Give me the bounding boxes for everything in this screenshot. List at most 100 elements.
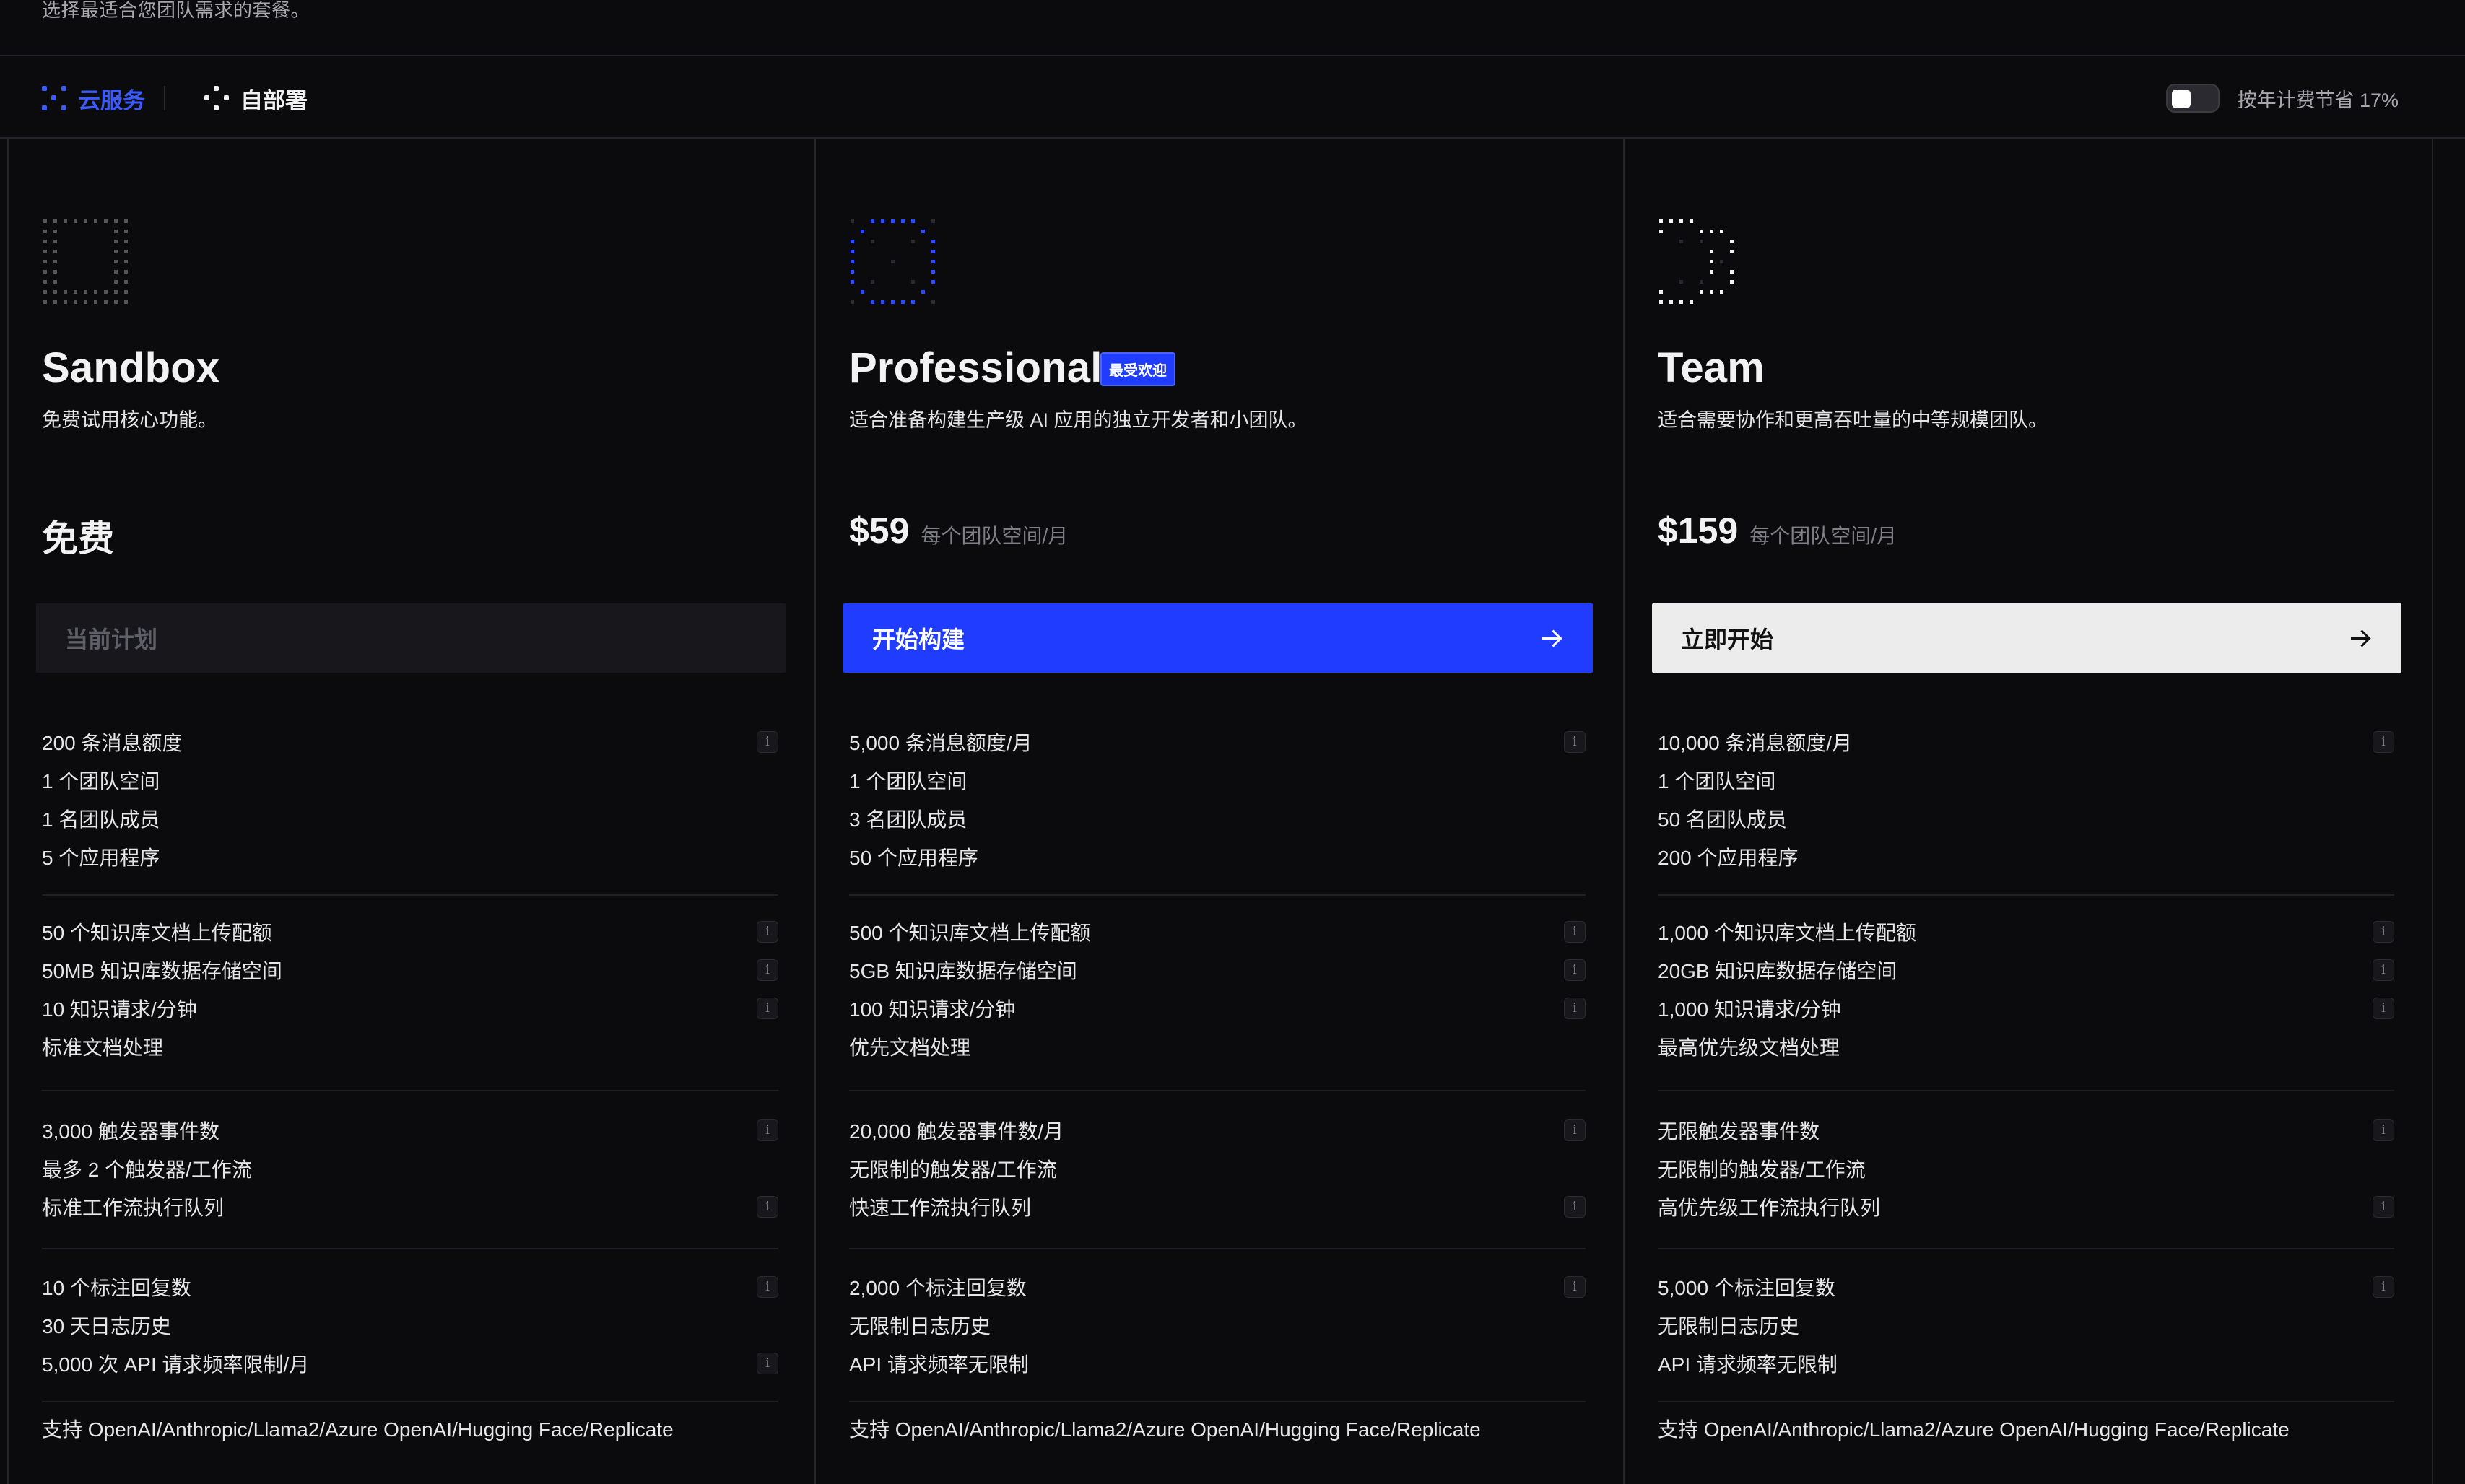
- top-divider: [0, 55, 2465, 56]
- info-icon[interactable]: i: [1564, 920, 1586, 943]
- feature-item: 5 个应用程序: [42, 846, 160, 869]
- feature-group: 50 个知识库文档上传配额 i 50MB 知识库数据存储空间 i 10 知识请求/分…: [42, 912, 778, 1065]
- feature-item: 5,000 个标注回复数 i: [1658, 1267, 2394, 1306]
- column-divider: [7, 137, 9, 1484]
- self-host-dots-icon: [204, 86, 229, 110]
- info-icon[interactable]: i: [757, 959, 778, 981]
- info-icon[interactable]: i: [757, 1119, 778, 1141]
- feature-item: 3,000 触发器事件数 i: [42, 1111, 778, 1149]
- info-icon[interactable]: i: [757, 920, 778, 943]
- feature-item: 5,000 次 API 请求频率限制/月 i: [42, 1344, 778, 1382]
- plan-price: $59 每个团队空间/月: [849, 510, 1068, 551]
- info-icon[interactable]: i: [757, 997, 778, 1019]
- feature-group: 500 个知识库文档上传配额 i 5GB 知识库数据存储空间 i 100 知识请求/…: [849, 912, 1586, 1065]
- feature-item: 5GB 知识库数据存储空间 i: [849, 951, 1586, 989]
- info-icon[interactable]: i: [2373, 920, 2394, 943]
- feature-item: 20,000 触发器事件数/月 i: [849, 1111, 1586, 1149]
- feature-item: 标准工作流执行队列 i: [42, 1187, 778, 1226]
- feature-item: 优先文档处理: [849, 1036, 971, 1059]
- billing-toggle-group: 按年计费节省 17%: [2166, 81, 2399, 115]
- toggle-knob: [2172, 90, 2191, 108]
- info-icon[interactable]: i: [2373, 997, 2394, 1019]
- feature-item: 无限制日志历史: [849, 1314, 991, 1337]
- feature-item: API 请求频率无限制: [849, 1353, 1029, 1376]
- annual-billing-toggle[interactable]: [2166, 84, 2220, 113]
- feature-item: 支持 OpenAI/Anthropic/Llama2/Azure OpenAI/…: [42, 1418, 674, 1441]
- current-plan-button[interactable]: 当前计划: [36, 603, 786, 673]
- info-icon[interactable]: i: [1564, 959, 1586, 981]
- tab-self-host[interactable]: 自部署: [204, 82, 308, 115]
- info-icon[interactable]: i: [757, 1275, 778, 1298]
- feature-item: 支持 OpenAI/Anthropic/Llama2/Azure OpenAI/…: [849, 1418, 1481, 1441]
- info-icon[interactable]: i: [757, 1195, 778, 1218]
- feature-item: 30 天日志历史: [42, 1314, 171, 1337]
- feature-group: 10,000 条消息额度/月 i 1 个团队空间 50 名团队成员 200 个应用…: [1658, 723, 2394, 876]
- get-started-button[interactable]: 立即开始: [1652, 603, 2401, 673]
- team-plan-icon: [1658, 218, 1749, 309]
- feature-item: 1,000 知识请求/分钟 i: [1658, 989, 2394, 1027]
- feature-item: 200 个应用程序: [1658, 846, 1799, 869]
- feature-item: 1 个团队空间: [1658, 769, 1776, 793]
- price-unit: 每个团队空间/月: [921, 525, 1069, 547]
- group-divider: [849, 894, 1586, 896]
- group-divider: [1658, 894, 2394, 896]
- tab-self-host-label: 自部署: [240, 87, 308, 113]
- cloud-dots-icon: [42, 86, 66, 110]
- feature-item: 1 名团队成员: [42, 808, 160, 831]
- info-icon[interactable]: i: [1564, 997, 1586, 1019]
- feature-item: 高优先级工作流执行队列 i: [1658, 1187, 2394, 1226]
- plan-description: 适合需要协作和更高吞吐量的中等规模团队。: [1658, 409, 2048, 431]
- group-divider: [849, 1090, 1586, 1091]
- feature-item: 50MB 知识库数据存储空间 i: [42, 951, 778, 989]
- tab-separator: [164, 86, 165, 110]
- feature-item: 1 个团队空间: [42, 769, 160, 793]
- info-icon[interactable]: i: [757, 730, 778, 753]
- price-amount: $159: [1658, 510, 1739, 551]
- sandbox-plan-icon: [42, 218, 133, 309]
- price-unit: 每个团队空间/月: [1749, 525, 1897, 547]
- feature-item: 50 个知识库文档上传配额 i: [42, 912, 778, 951]
- info-icon[interactable]: i: [757, 1352, 778, 1374]
- feature-item: 100 知识请求/分钟 i: [849, 989, 1586, 1027]
- column-divider: [2432, 137, 2433, 1484]
- professional-plan-icon: [849, 218, 940, 309]
- feature-group: 20,000 触发器事件数/月 i 无限制的触发器/工作流 快速工作流执行队列 i: [849, 1111, 1586, 1226]
- group-divider: [849, 1401, 1586, 1402]
- feature-item: 3 名团队成员: [849, 808, 968, 831]
- feature-group: 3,000 触发器事件数 i 最多 2 个触发器/工作流 标准工作流执行队列 i: [42, 1111, 778, 1226]
- feature-group: 支持 OpenAI/Anthropic/Llama2/Azure OpenAI/…: [42, 1409, 778, 1447]
- info-icon[interactable]: i: [1564, 1119, 1586, 1141]
- info-icon[interactable]: i: [2373, 1119, 2394, 1141]
- tab-cloud[interactable]: 云服务: [42, 82, 173, 115]
- feature-item: 最多 2 个触发器/工作流: [42, 1158, 252, 1181]
- start-building-button[interactable]: 开始构建: [843, 603, 1593, 673]
- feature-group: 无限触发器事件数 i 无限制的触发器/工作流 高优先级工作流执行队列 i: [1658, 1111, 2394, 1226]
- info-icon[interactable]: i: [2373, 959, 2394, 981]
- feature-group: 2,000 个标注回复数 i 无限制日志历史 API 请求频率无限制: [849, 1267, 1586, 1382]
- info-icon[interactable]: i: [1564, 730, 1586, 753]
- annual-billing-label: 按年计费节省 17%: [2237, 89, 2399, 111]
- info-icon[interactable]: i: [1564, 1275, 1586, 1298]
- feature-item: 50 名团队成员: [1658, 808, 1787, 831]
- plans-top-divider: [0, 137, 2465, 139]
- page-subtitle: 选择最适合您团队需求的套餐。: [42, 0, 310, 21]
- plan-price: 免费: [42, 510, 114, 562]
- group-divider: [1658, 1090, 2394, 1091]
- feature-group: 5,000 个标注回复数 i 无限制日志历史 API 请求频率无限制: [1658, 1267, 2394, 1382]
- info-icon[interactable]: i: [2373, 1275, 2394, 1298]
- feature-item: 无限触发器事件数 i: [1658, 1111, 2394, 1149]
- feature-group: 5,000 条消息额度/月 i 1 个团队空间 3 名团队成员 50 个应用程序: [849, 723, 1586, 876]
- info-icon[interactable]: i: [2373, 1195, 2394, 1218]
- price-amount: 免费: [42, 518, 114, 559]
- deployment-tabs: 云服务 自部署: [42, 81, 308, 115]
- feature-group: 200 条消息额度 i 1 个团队空间 1 名团队成员 5 个应用程序: [42, 723, 778, 876]
- info-icon[interactable]: i: [1564, 1195, 1586, 1218]
- feature-item: 标准文档处理: [42, 1036, 164, 1059]
- feature-item: 200 条消息额度 i: [42, 723, 778, 761]
- info-icon[interactable]: i: [2373, 730, 2394, 753]
- feature-item: 最高优先级文档处理: [1658, 1036, 1840, 1059]
- arrow-right-icon: [1539, 626, 1564, 650]
- feature-item: 无限制的触发器/工作流: [1658, 1158, 1866, 1181]
- group-divider: [42, 1090, 778, 1091]
- feature-group: 支持 OpenAI/Anthropic/Llama2/Azure OpenAI/…: [849, 1409, 1586, 1447]
